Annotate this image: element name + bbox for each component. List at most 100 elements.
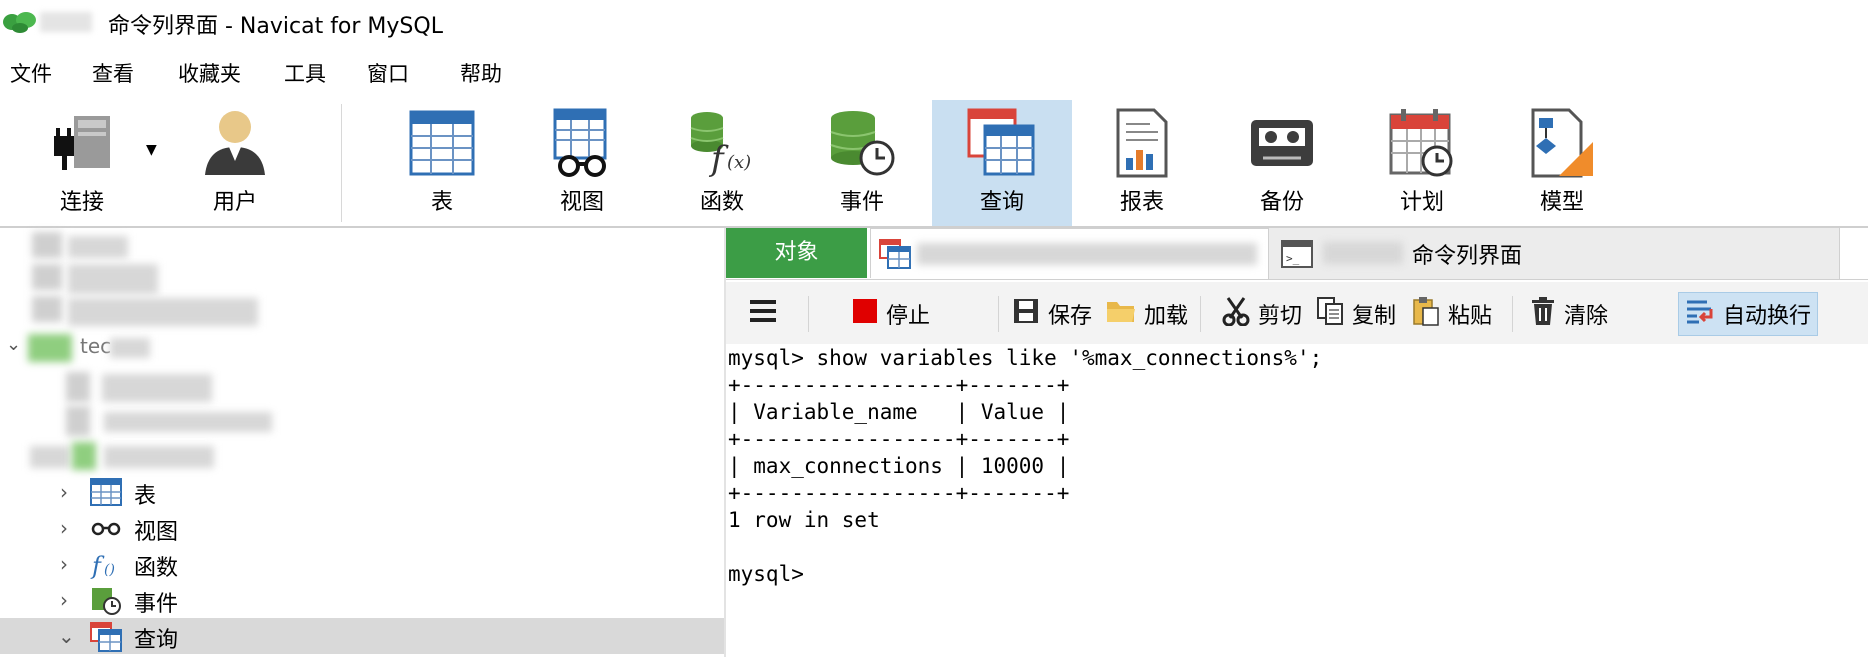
- redacted-schema: [30, 446, 70, 468]
- menu-window[interactable]: 窗口: [367, 58, 409, 88]
- connect-button[interactable]: 连接: [12, 100, 152, 226]
- copy-button[interactable]: 复制: [1310, 292, 1402, 336]
- tree-item-events[interactable]: › 事件: [0, 582, 724, 618]
- toolbar-separator: [808, 296, 809, 332]
- svg-text:(): (): [104, 562, 115, 578]
- connection-icon: [32, 232, 62, 258]
- function-button[interactable]: f (x) 函数: [652, 100, 792, 226]
- report-button[interactable]: 报表: [1072, 100, 1212, 226]
- view-button[interactable]: 视图: [512, 100, 652, 226]
- redacted-schema: [104, 446, 214, 468]
- schema-icon: [66, 406, 90, 436]
- stop-button[interactable]: 停止: [846, 292, 936, 336]
- main-toolbar: 连接 ▼ 用户 表 视图 f (x) 函数 事件 查询 报表 备份 计划 模型: [0, 100, 1868, 226]
- svg-text:(x): (x): [727, 152, 751, 173]
- menu-file[interactable]: 文件: [10, 58, 52, 88]
- console-line: | max_connections | 10000 |: [728, 454, 1070, 478]
- connect-label: 连接: [59, 190, 104, 215]
- svg-text:f: f: [90, 552, 105, 580]
- database-icon: [28, 334, 72, 362]
- tree-label: 函数: [134, 556, 179, 581]
- console-line: 1 row in set: [728, 508, 880, 532]
- backup-cassette-icon: [1249, 118, 1315, 172]
- title-bar: 命令列界面 - Navicat for MySQL: [0, 0, 1868, 42]
- user-icon: [200, 107, 270, 183]
- redacted-db: [110, 338, 150, 358]
- tree-item-functions[interactable]: › f() 函数: [0, 546, 724, 582]
- tree-label: 表: [134, 484, 157, 509]
- tab-query-redacted[interactable]: [870, 228, 1278, 278]
- event-button[interactable]: 事件: [792, 100, 932, 226]
- menu-bar: 文件 查看 收藏夹 工具 窗口 帮助: [0, 52, 1868, 88]
- chevron-right-icon[interactable]: ›: [60, 480, 68, 504]
- paste-clipboard-icon: [1412, 296, 1448, 332]
- tree-item-queries[interactable]: ⌄ 查询: [0, 618, 724, 654]
- table-button[interactable]: 表: [372, 100, 512, 226]
- query-table-icon: [879, 239, 911, 273]
- user-button[interactable]: 用户: [165, 100, 305, 226]
- word-wrap-label: 自动换行: [1723, 304, 1812, 329]
- menu-help[interactable]: 帮助: [460, 58, 502, 88]
- console-line: mysql> show variables like '%max_connect…: [728, 346, 1323, 370]
- chevron-down-icon[interactable]: ▼: [146, 142, 157, 158]
- word-wrap-button[interactable]: 自动换行: [1678, 292, 1819, 336]
- tab-console[interactable]: >_ 命令列界面: [1268, 228, 1840, 280]
- function-fx-icon: f (x): [687, 108, 757, 182]
- plug-connection-icon: [42, 108, 122, 182]
- schedule-button[interactable]: 计划: [1352, 100, 1492, 226]
- redacted-schema: [104, 412, 272, 432]
- paste-label: 粘贴: [1448, 304, 1493, 329]
- event-label: 事件: [839, 190, 884, 215]
- table-icon: [409, 110, 475, 180]
- load-button[interactable]: 加载: [1100, 292, 1194, 336]
- clear-label: 清除: [1564, 304, 1609, 329]
- stop-icon: [852, 298, 886, 330]
- paste-button[interactable]: 粘贴: [1406, 292, 1498, 336]
- chevron-down-icon[interactable]: ⌄: [6, 334, 21, 355]
- save-button[interactable]: 保存: [1006, 292, 1098, 336]
- model-button[interactable]: 模型: [1492, 100, 1632, 226]
- menu-tools[interactable]: 工具: [284, 58, 326, 88]
- schema-icon: [72, 442, 96, 470]
- tree-item-views[interactable]: › 视图: [0, 510, 724, 546]
- console-prompt[interactable]: mysql>: [728, 562, 804, 586]
- user-label: 用户: [212, 190, 257, 215]
- redacted-connection: [68, 236, 128, 258]
- copy-label: 复制: [1352, 304, 1397, 329]
- chevron-right-icon[interactable]: ›: [60, 588, 68, 612]
- clear-button[interactable]: 清除: [1524, 292, 1614, 336]
- table-label: 表: [430, 190, 453, 215]
- model-label: 模型: [1539, 190, 1584, 215]
- toolbar-separator: [998, 296, 999, 332]
- tree-row-db[interactable]: ⌄ tec: [0, 332, 724, 368]
- console-line: | Variable_name | Value |: [728, 400, 1070, 424]
- redacted-connection: [68, 264, 158, 294]
- word-wrap-icon: [1685, 297, 1723, 331]
- stop-label: 停止: [886, 304, 931, 329]
- schema-icon: [66, 372, 90, 402]
- load-label: 加载: [1144, 304, 1189, 329]
- chevron-right-icon[interactable]: ›: [60, 552, 68, 576]
- menu-button[interactable]: [742, 292, 792, 336]
- copy-icon: [1316, 296, 1352, 332]
- folder-icon: [1106, 298, 1144, 330]
- menu-view[interactable]: 查看: [92, 58, 134, 88]
- svg-text:f: f: [708, 139, 729, 178]
- redacted-connection: [68, 298, 258, 326]
- query-table-icon: [90, 622, 122, 656]
- backup-button[interactable]: 备份: [1212, 100, 1352, 226]
- console-output[interactable]: mysql> show variables like '%max_connect…: [726, 344, 1868, 657]
- redacted-schema: [102, 374, 212, 402]
- tab-divider: [726, 279, 1868, 280]
- window-title: 命令列界面 - Navicat for MySQL: [108, 14, 443, 39]
- function-label: 函数: [699, 190, 744, 215]
- cut-button[interactable]: 剪切: [1216, 292, 1308, 336]
- tab-objects[interactable]: 对象: [726, 228, 867, 278]
- table-icon: [90, 478, 122, 510]
- tree-item-tables[interactable]: › 表: [0, 474, 724, 510]
- chevron-down-icon[interactable]: ⌄: [58, 624, 75, 648]
- connection-icon: [32, 296, 62, 322]
- chevron-right-icon[interactable]: ›: [60, 516, 68, 540]
- query-button[interactable]: 查询: [932, 100, 1072, 226]
- menu-favorites[interactable]: 收藏夹: [178, 58, 241, 88]
